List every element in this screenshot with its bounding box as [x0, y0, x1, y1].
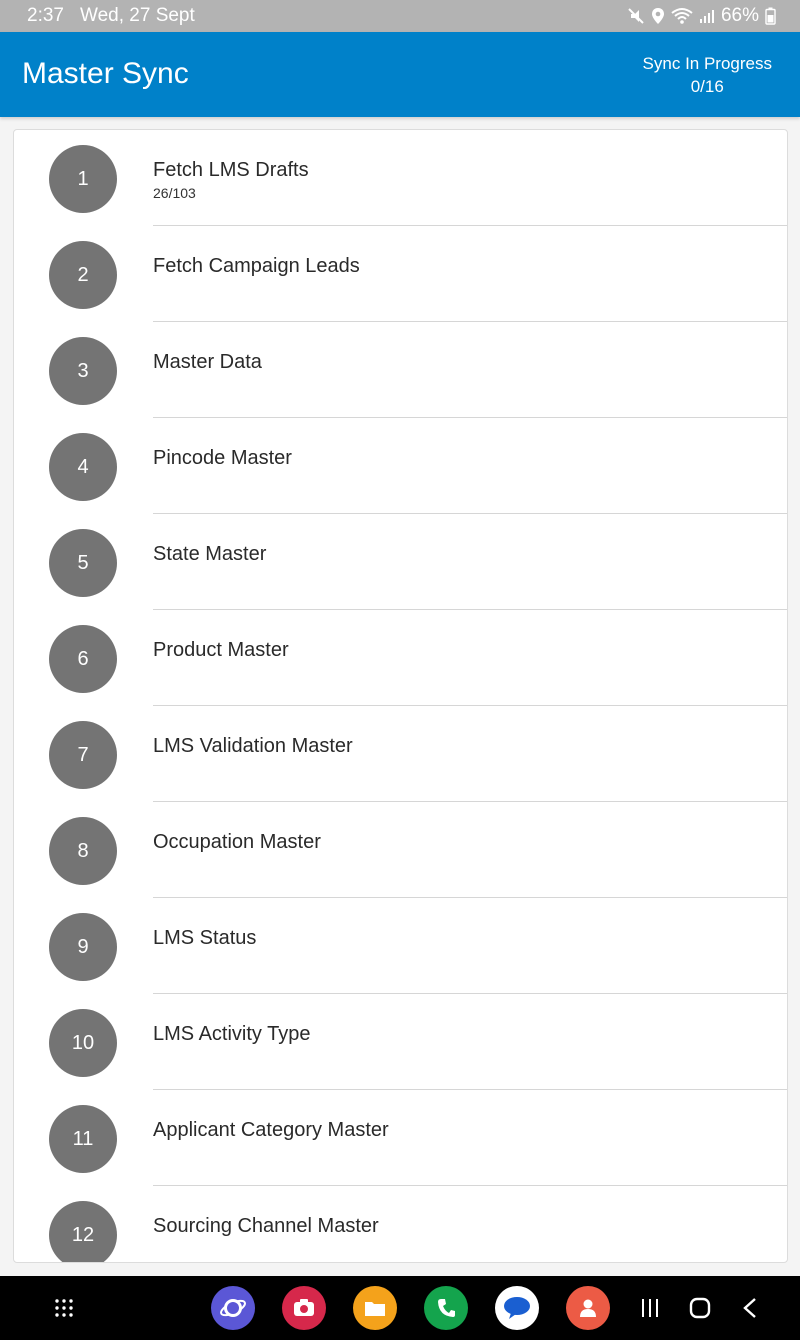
sync-item-label: Master Data [153, 351, 262, 373]
step-number-badge: 1 [49, 145, 117, 213]
battery-percent: 66% [720, 5, 759, 26]
navigation-bar [0, 1276, 800, 1340]
home-icon[interactable] [678, 1286, 722, 1330]
sync-count: 0/16 [690, 77, 724, 96]
sync-item-label: State Master [153, 543, 267, 565]
sync-item-fetch-lms-drafts[interactable]: 1 Fetch LMS Drafts 26/103 [14, 130, 787, 226]
sync-item-lms-status[interactable]: 9 LMS Status [14, 898, 787, 994]
sync-item-occupation-master[interactable]: 8 Occupation Master [14, 802, 787, 898]
app-drawer-icon[interactable] [42, 1286, 86, 1330]
wifi-icon [671, 7, 693, 25]
messages-app-icon[interactable] [495, 1286, 539, 1330]
sync-item-label: Pincode Master [153, 447, 292, 469]
location-icon [651, 7, 665, 25]
sync-item-master-data[interactable]: 3 Master Data [14, 322, 787, 418]
sync-item-progress: 26/103 [153, 185, 196, 201]
sync-list[interactable]: 1 Fetch LMS Drafts 26/103 2 Fetch Campai… [13, 129, 788, 1263]
sync-status-label: Sync In Progress [642, 54, 772, 73]
step-number-badge: 10 [49, 1009, 117, 1077]
step-number-badge: 7 [49, 721, 117, 789]
step-number-badge: 3 [49, 337, 117, 405]
battery-icon [765, 7, 776, 25]
step-number-badge: 9 [49, 913, 117, 981]
step-number-badge: 4 [49, 433, 117, 501]
step-number-badge: 5 [49, 529, 117, 597]
recents-icon[interactable] [628, 1286, 672, 1330]
sync-item-product-master[interactable]: 6 Product Master [14, 610, 787, 706]
files-app-icon[interactable] [353, 1286, 397, 1330]
mute-icon [627, 7, 645, 25]
page-title: Master Sync [22, 57, 189, 90]
sync-item-lms-validation-master[interactable]: 7 LMS Validation Master [14, 706, 787, 802]
app-bar: Master Sync Sync In Progress 0/16 [0, 32, 800, 117]
sync-item-label: LMS Activity Type [153, 1023, 311, 1045]
sync-item-label: LMS Validation Master [153, 735, 353, 757]
contacts-app-icon[interactable] [566, 1286, 610, 1330]
sync-item-label: Product Master [153, 639, 289, 661]
status-icons: 66% [627, 5, 776, 27]
sync-item-label: Sourcing Channel Master [153, 1215, 379, 1237]
status-time: 2:37 [27, 5, 64, 26]
camera-app-icon[interactable] [282, 1286, 326, 1330]
sync-item-sourcing-channel-master[interactable]: 12 Sourcing Channel Master [14, 1186, 787, 1262]
step-number-badge: 12 [49, 1201, 117, 1262]
sync-item-applicant-category-master[interactable]: 11 Applicant Category Master [14, 1090, 787, 1186]
sync-item-fetch-campaign-leads[interactable]: 2 Fetch Campaign Leads [14, 226, 787, 322]
signal-icon [699, 8, 715, 24]
sync-item-lms-activity-type[interactable]: 10 LMS Activity Type [14, 994, 787, 1090]
sync-item-label: Applicant Category Master [153, 1119, 389, 1141]
status-bar: 2:37 Wed, 27 Sept 66% [0, 0, 800, 32]
sync-item-pincode-master[interactable]: 4 Pincode Master [14, 418, 787, 514]
back-icon[interactable] [728, 1286, 772, 1330]
sync-item-label: LMS Status [153, 927, 257, 949]
status-date: Wed, 27 Sept [80, 5, 195, 26]
sync-item-label: Occupation Master [153, 831, 321, 853]
browser-app-icon[interactable] [211, 1286, 255, 1330]
step-number-badge: 2 [49, 241, 117, 309]
sync-item-label: Fetch LMS Drafts [153, 159, 309, 181]
sync-item-label: Fetch Campaign Leads [153, 255, 360, 277]
sync-item-state-master[interactable]: 5 State Master [14, 514, 787, 610]
sync-status: Sync In Progress 0/16 [643, 52, 772, 98]
step-number-badge: 6 [49, 625, 117, 693]
step-number-badge: 8 [49, 817, 117, 885]
step-number-badge: 11 [49, 1105, 117, 1173]
phone-app-icon[interactable] [424, 1286, 468, 1330]
